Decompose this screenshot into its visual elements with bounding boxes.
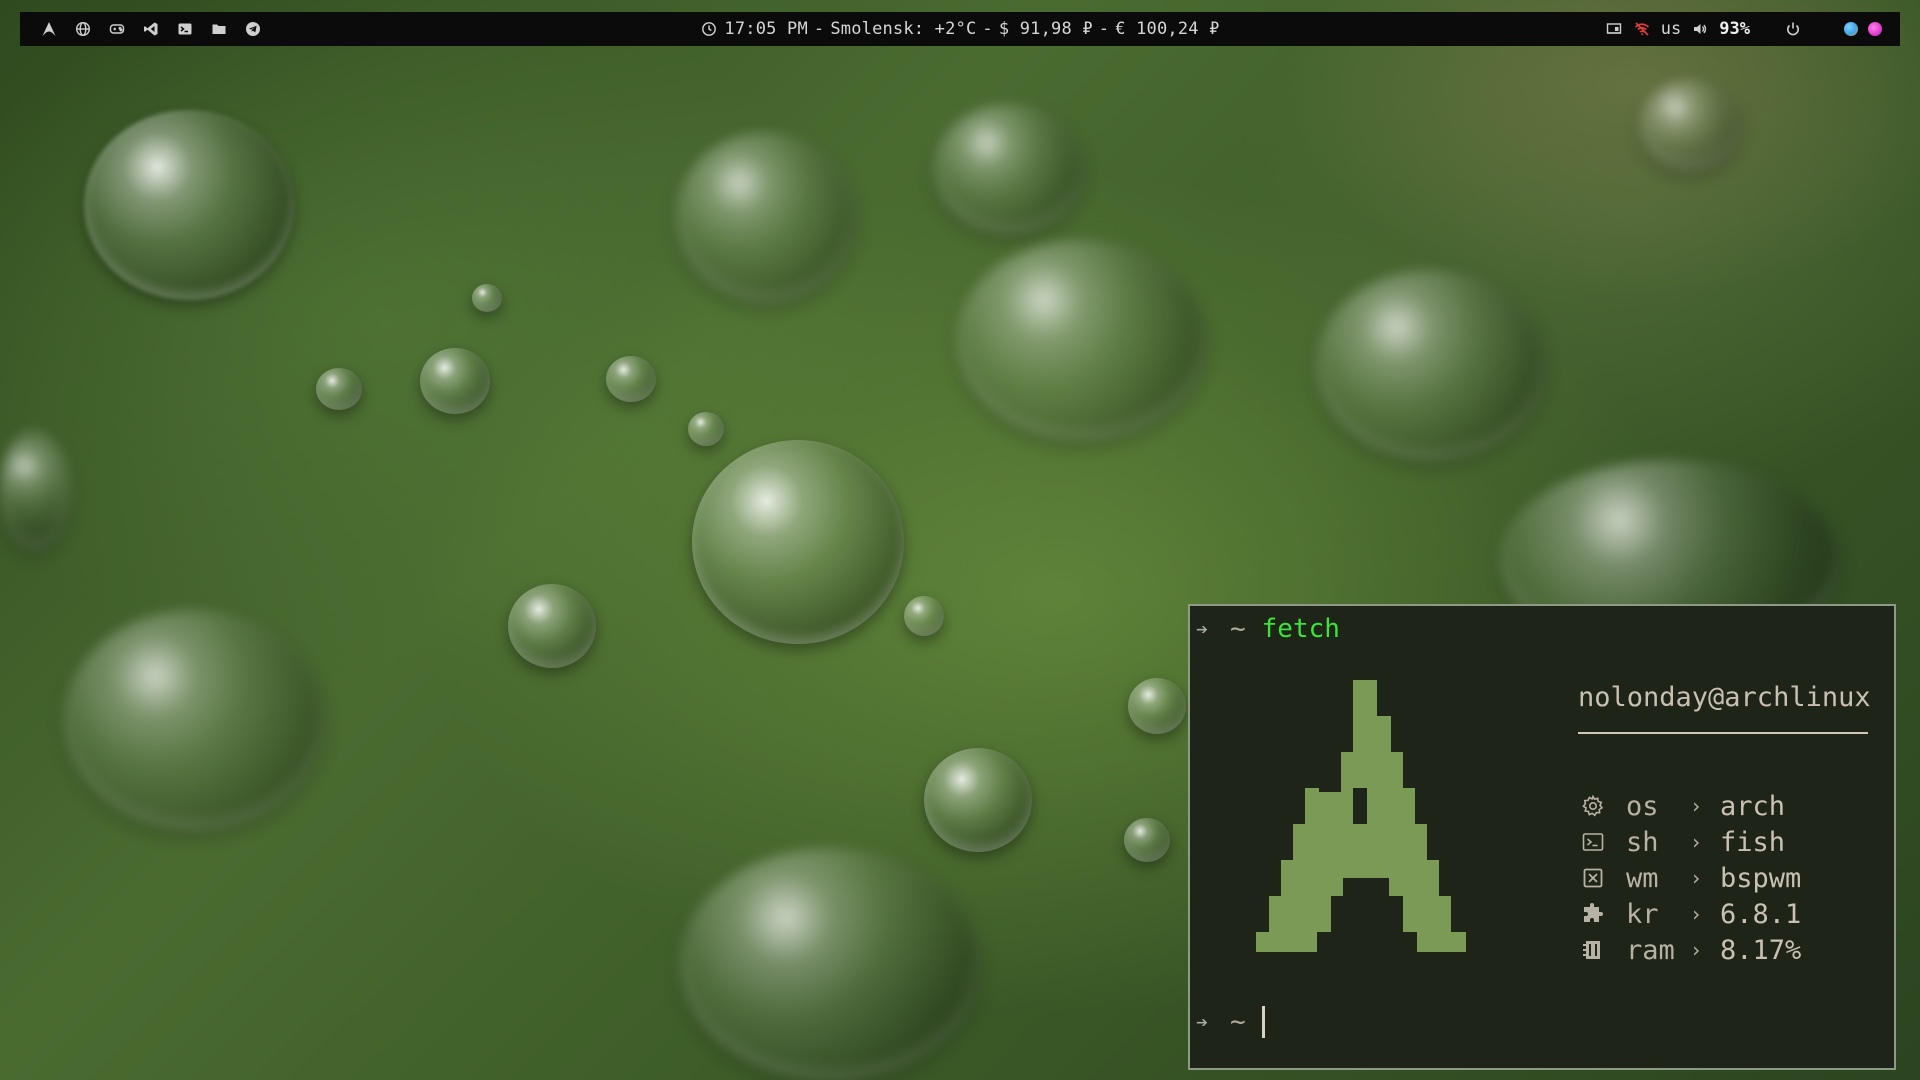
eur-rate: € 100,24 ₽ [1115,19,1220,39]
chevron-right-icon: › [1690,794,1703,818]
globe-icon[interactable] [74,20,92,38]
text-cursor [1261,1006,1265,1038]
volume-icon[interactable] [1691,20,1709,38]
folder-icon[interactable] [210,20,228,38]
usd-rate: $ 91,98 ₽ [998,19,1093,39]
water-droplet [688,412,724,446]
terminal-window[interactable]: ➔ ~ fetch nolonday@archlinux os › arch s… [1188,604,1896,1070]
info-key: ram [1626,934,1675,966]
input-line[interactable]: ➔ ~ [1196,1006,1265,1038]
separator: - [813,19,825,39]
vscode-icon[interactable] [142,20,160,38]
info-value: fish [1720,826,1786,858]
water-droplet [606,356,656,402]
info-row-kr: kr › 6.8.1 [1578,896,1801,932]
info-key: sh [1626,826,1659,858]
water-droplet [956,240,1206,440]
info-key: wm [1626,862,1659,894]
water-droplet [508,584,596,668]
water-droplet [692,440,904,644]
arch-logo-icon[interactable] [40,20,58,38]
water-droplet [64,610,324,830]
browser-tray-icon[interactable] [1844,22,1858,36]
info-key: os [1626,790,1659,822]
chevron-right-icon: › [1690,830,1703,854]
memory-icon [1578,935,1608,965]
info-value: arch [1720,790,1786,822]
wifi-off-icon[interactable] [1633,20,1651,38]
arch-ascii-logo [1256,680,1466,952]
power-icon[interactable] [1784,20,1802,38]
keyboard-layout[interactable]: us [1661,19,1681,39]
top-bar: 17:05 PM - Smolensk: +2°C - $ 91,98 ₽ - … [20,12,1900,46]
system-tray: us 93% [1605,12,1882,46]
gamepad-icon[interactable] [108,20,126,38]
info-row-sh: sh › fish [1578,824,1801,860]
weather: Smolensk: +2°C [830,19,977,39]
water-droplet [676,132,856,302]
chevron-right-icon: › [1690,866,1703,890]
info-row-ram: ram › 8.17% [1578,932,1801,968]
user-host: nolonday@archlinux [1578,682,1871,713]
water-droplet [934,104,1084,234]
info-separator [1578,732,1868,734]
chevron-right-icon: › [1690,902,1703,926]
info-value: bspwm [1720,862,1802,894]
water-droplet [680,848,980,1080]
info-value: 6.8.1 [1720,898,1802,930]
water-droplet [904,596,944,636]
info-value: 8.17% [1720,934,1802,966]
puzzle-icon [1578,899,1608,929]
window-icon [1578,863,1608,893]
chevron-right-icon: › [1690,938,1703,962]
battery-level: 93% [1719,19,1750,39]
command-text: fetch [1261,614,1340,644]
water-droplet [84,110,294,300]
clock-icon [700,20,718,38]
water-droplet [472,284,502,312]
terminal-icon [1578,827,1608,857]
prompt-directory: ~ [1230,614,1246,644]
info-key: kr [1626,898,1659,930]
launcher-icons [40,12,262,46]
system-info: os › arch sh › fish wm › bspwm kr › 6.8.… [1578,788,1801,968]
water-droplet [316,368,362,410]
water-droplet [1640,80,1740,170]
gear-icon [1578,791,1608,821]
info-row-wm: wm › bspwm [1578,860,1801,896]
command-line: ➔ ~ fetch [1196,614,1340,644]
separator: - [982,19,993,39]
display-icon[interactable] [1605,20,1623,38]
prompt-arrow-icon: ➔ [1196,1010,1209,1034]
app-tray-icon[interactable] [1868,22,1882,36]
water-droplet [420,348,490,414]
terminal-icon[interactable] [176,20,194,38]
info-row-os: os › arch [1578,788,1801,824]
prompt-arrow-icon: ➔ [1196,617,1209,641]
water-droplet [924,748,1032,852]
telegram-icon[interactable] [244,20,262,38]
prompt-directory: ~ [1230,1007,1246,1037]
water-droplet [1128,678,1186,734]
water-droplet [0,430,70,550]
water-droplet [1124,818,1170,862]
clock-time: 17:05 PM [724,19,808,39]
separator: - [1098,19,1110,39]
water-droplet [1316,270,1546,460]
